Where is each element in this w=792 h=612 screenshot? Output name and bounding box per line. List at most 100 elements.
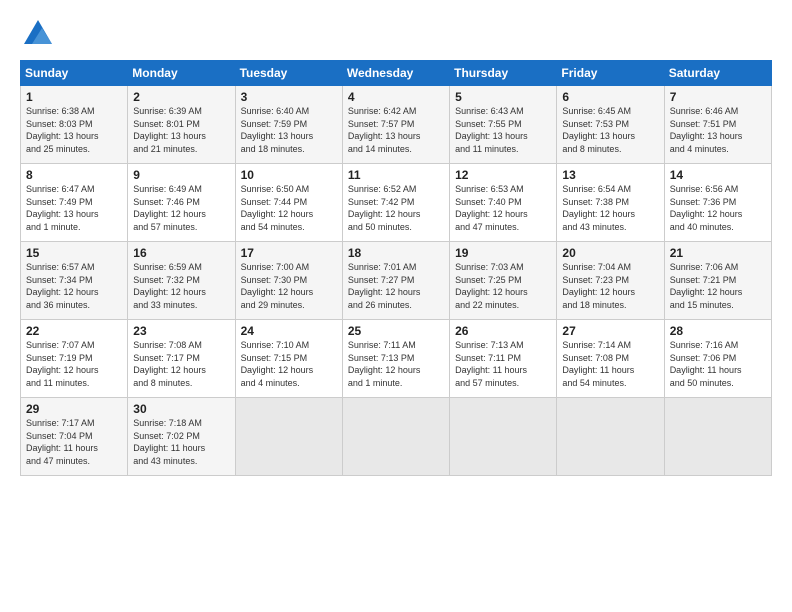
calendar-week-4: 22Sunrise: 7:07 AMSunset: 7:19 PMDayligh… [21,320,772,398]
day-number: 11 [348,168,444,182]
calendar-cell: 19 Sunrise: 7:03 AMSunset: 7:25 PMDayligh… [450,242,557,320]
day-header-sunday: Sunday [21,61,128,86]
calendar-cell: 23 Sunrise: 7:08 AMSunset: 7:17 PMDayligh… [128,320,235,398]
calendar-cell [664,398,771,476]
day-number: 26 [455,324,551,338]
day-number: 7 [670,90,766,104]
cell-info: Sunrise: 7:04 AMSunset: 7:23 PMDaylight:… [562,262,635,310]
calendar-table: SundayMondayTuesdayWednesdayThursdayFrid… [20,60,772,476]
day-number: 16 [133,246,229,260]
calendar-cell: 18 Sunrise: 7:01 AMSunset: 7:27 PMDayligh… [342,242,449,320]
day-number: 12 [455,168,551,182]
day-number: 19 [455,246,551,260]
day-header-saturday: Saturday [664,61,771,86]
cell-info: Sunrise: 6:42 AMSunset: 7:57 PMDaylight:… [348,106,421,154]
cell-info: Sunrise: 7:13 AMSunset: 7:11 PMDaylight:… [455,340,527,388]
calendar-cell [450,398,557,476]
calendar-cell: 26 Sunrise: 7:13 AMSunset: 7:11 PMDayligh… [450,320,557,398]
cell-info: Sunrise: 6:47 AMSunset: 7:49 PMDaylight:… [26,184,99,232]
calendar-cell [557,398,664,476]
day-number: 15 [26,246,122,260]
day-number: 28 [670,324,766,338]
cell-info: Sunrise: 7:18 AMSunset: 7:02 PMDaylight:… [133,418,205,466]
calendar-cell: 12 Sunrise: 6:53 AMSunset: 7:40 PMDayligh… [450,164,557,242]
calendar-week-5: 29Sunrise: 7:17 AMSunset: 7:04 PMDayligh… [21,398,772,476]
calendar-cell: 7 Sunrise: 6:46 AMSunset: 7:51 PMDaylight… [664,86,771,164]
calendar-cell: 15 Sunrise: 6:57 AMSunset: 7:34 PMDayligh… [21,242,128,320]
cell-info: Sunrise: 7:16 AMSunset: 7:06 PMDaylight:… [670,340,742,388]
day-number: 2 [133,90,229,104]
day-number: 1 [26,90,122,104]
cell-info: Sunrise: 6:56 AMSunset: 7:36 PMDaylight:… [670,184,743,232]
calendar-cell: 2Sunrise: 6:39 AMSunset: 8:01 PMDaylight… [128,86,235,164]
calendar-cell: 13Sunrise: 6:54 AMSunset: 7:38 PMDayligh… [557,164,664,242]
calendar-cell: 28 Sunrise: 7:16 AMSunset: 7:06 PMDayligh… [664,320,771,398]
header [20,16,772,52]
cell-info: Sunrise: 6:52 AMSunset: 7:42 PMDaylight:… [348,184,421,232]
day-number: 9 [133,168,229,182]
calendar-cell: 21Sunrise: 7:06 AMSunset: 7:21 PMDayligh… [664,242,771,320]
cell-info: Sunrise: 7:07 AMSunset: 7:19 PMDaylight:… [26,340,99,388]
page-container: SundayMondayTuesdayWednesdayThursdayFrid… [0,0,792,486]
cell-info: Sunrise: 7:10 AMSunset: 7:15 PMDaylight:… [241,340,314,388]
calendar-cell: 17 Sunrise: 7:00 AMSunset: 7:30 PMDayligh… [235,242,342,320]
cell-info: Sunrise: 7:14 AMSunset: 7:08 PMDaylight:… [562,340,634,388]
cell-info: Sunrise: 7:08 AMSunset: 7:17 PMDaylight:… [133,340,206,388]
calendar-cell: 8 Sunrise: 6:47 AMSunset: 7:49 PMDaylight… [21,164,128,242]
day-number: 5 [455,90,551,104]
day-number: 29 [26,402,122,416]
day-header-monday: Monday [128,61,235,86]
logo [20,16,60,52]
calendar-cell [342,398,449,476]
calendar-cell: 30 Sunrise: 7:18 AMSunset: 7:02 PMDayligh… [128,398,235,476]
day-number: 23 [133,324,229,338]
cell-info: Sunrise: 6:45 AMSunset: 7:53 PMDaylight:… [562,106,635,154]
calendar-cell: 22Sunrise: 7:07 AMSunset: 7:19 PMDayligh… [21,320,128,398]
calendar-cell: 27 Sunrise: 7:14 AMSunset: 7:08 PMDayligh… [557,320,664,398]
day-number: 18 [348,246,444,260]
calendar-week-1: 1 Sunrise: 6:38 AMSunset: 8:03 PMDaylight… [21,86,772,164]
calendar-header-row: SundayMondayTuesdayWednesdayThursdayFrid… [21,61,772,86]
calendar-cell: 6 Sunrise: 6:45 AMSunset: 7:53 PMDaylight… [557,86,664,164]
calendar-cell: 3Sunrise: 6:40 AMSunset: 7:59 PMDaylight… [235,86,342,164]
calendar-cell: 10 Sunrise: 6:50 AMSunset: 7:44 PMDayligh… [235,164,342,242]
day-number: 30 [133,402,229,416]
calendar-week-2: 8 Sunrise: 6:47 AMSunset: 7:49 PMDaylight… [21,164,772,242]
calendar-cell: 4Sunrise: 6:42 AMSunset: 7:57 PMDaylight… [342,86,449,164]
day-number: 6 [562,90,658,104]
cell-info: Sunrise: 6:53 AMSunset: 7:40 PMDaylight:… [455,184,528,232]
day-number: 14 [670,168,766,182]
calendar-week-3: 15 Sunrise: 6:57 AMSunset: 7:34 PMDayligh… [21,242,772,320]
calendar-cell [235,398,342,476]
day-number: 24 [241,324,337,338]
cell-info: Sunrise: 6:49 AMSunset: 7:46 PMDaylight:… [133,184,206,232]
logo-icon [20,16,56,52]
cell-info: Sunrise: 7:00 AMSunset: 7:30 PMDaylight:… [241,262,314,310]
cell-info: Sunrise: 6:59 AMSunset: 7:32 PMDaylight:… [133,262,206,310]
day-number: 20 [562,246,658,260]
cell-info: Sunrise: 7:01 AMSunset: 7:27 PMDaylight:… [348,262,421,310]
calendar-cell: 5 Sunrise: 6:43 AMSunset: 7:55 PMDaylight… [450,86,557,164]
cell-info: Sunrise: 7:11 AMSunset: 7:13 PMDaylight:… [348,340,421,388]
day-number: 17 [241,246,337,260]
day-header-tuesday: Tuesday [235,61,342,86]
calendar-cell: 24 Sunrise: 7:10 AMSunset: 7:15 PMDayligh… [235,320,342,398]
calendar-cell: 20 Sunrise: 7:04 AMSunset: 7:23 PMDayligh… [557,242,664,320]
day-number: 21 [670,246,766,260]
day-number: 8 [26,168,122,182]
day-number: 10 [241,168,337,182]
calendar-cell: 29Sunrise: 7:17 AMSunset: 7:04 PMDayligh… [21,398,128,476]
cell-info: Sunrise: 7:03 AMSunset: 7:25 PMDaylight:… [455,262,528,310]
cell-info: Sunrise: 6:50 AMSunset: 7:44 PMDaylight:… [241,184,314,232]
cell-info: Sunrise: 6:38 AMSunset: 8:03 PMDaylight:… [26,106,99,154]
calendar-cell: 1 Sunrise: 6:38 AMSunset: 8:03 PMDaylight… [21,86,128,164]
day-header-wednesday: Wednesday [342,61,449,86]
day-header-friday: Friday [557,61,664,86]
day-number: 27 [562,324,658,338]
cell-info: Sunrise: 6:43 AMSunset: 7:55 PMDaylight:… [455,106,528,154]
day-header-thursday: Thursday [450,61,557,86]
day-number: 3 [241,90,337,104]
calendar-cell: 25Sunrise: 7:11 AMSunset: 7:13 PMDayligh… [342,320,449,398]
cell-info: Sunrise: 6:57 AMSunset: 7:34 PMDaylight:… [26,262,99,310]
cell-info: Sunrise: 6:46 AMSunset: 7:51 PMDaylight:… [670,106,743,154]
